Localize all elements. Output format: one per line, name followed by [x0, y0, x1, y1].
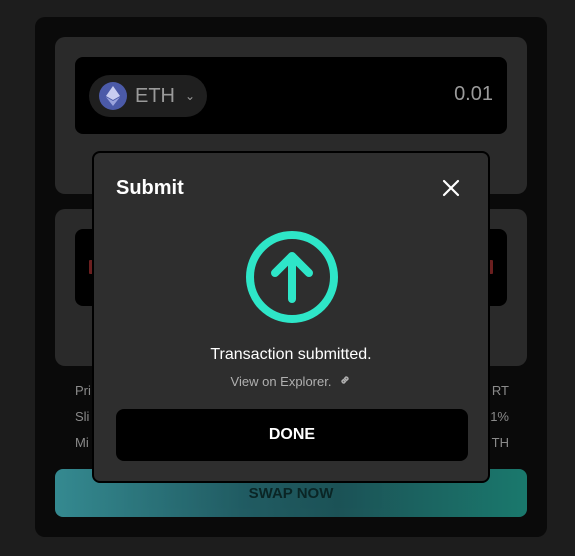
done-button[interactable]: DONE [116, 409, 468, 461]
explorer-label: View on Explorer. [230, 374, 332, 389]
submit-modal: Submit Transaction submitted. View on Ex… [92, 151, 490, 483]
link-icon [339, 374, 351, 389]
arrow-up-circle-icon [244, 229, 340, 325]
status-text: Transaction submitted. [210, 346, 372, 363]
modal-title: Submit [116, 177, 184, 199]
close-icon[interactable] [440, 177, 462, 199]
view-on-explorer-link[interactable]: View on Explorer. [94, 374, 488, 389]
